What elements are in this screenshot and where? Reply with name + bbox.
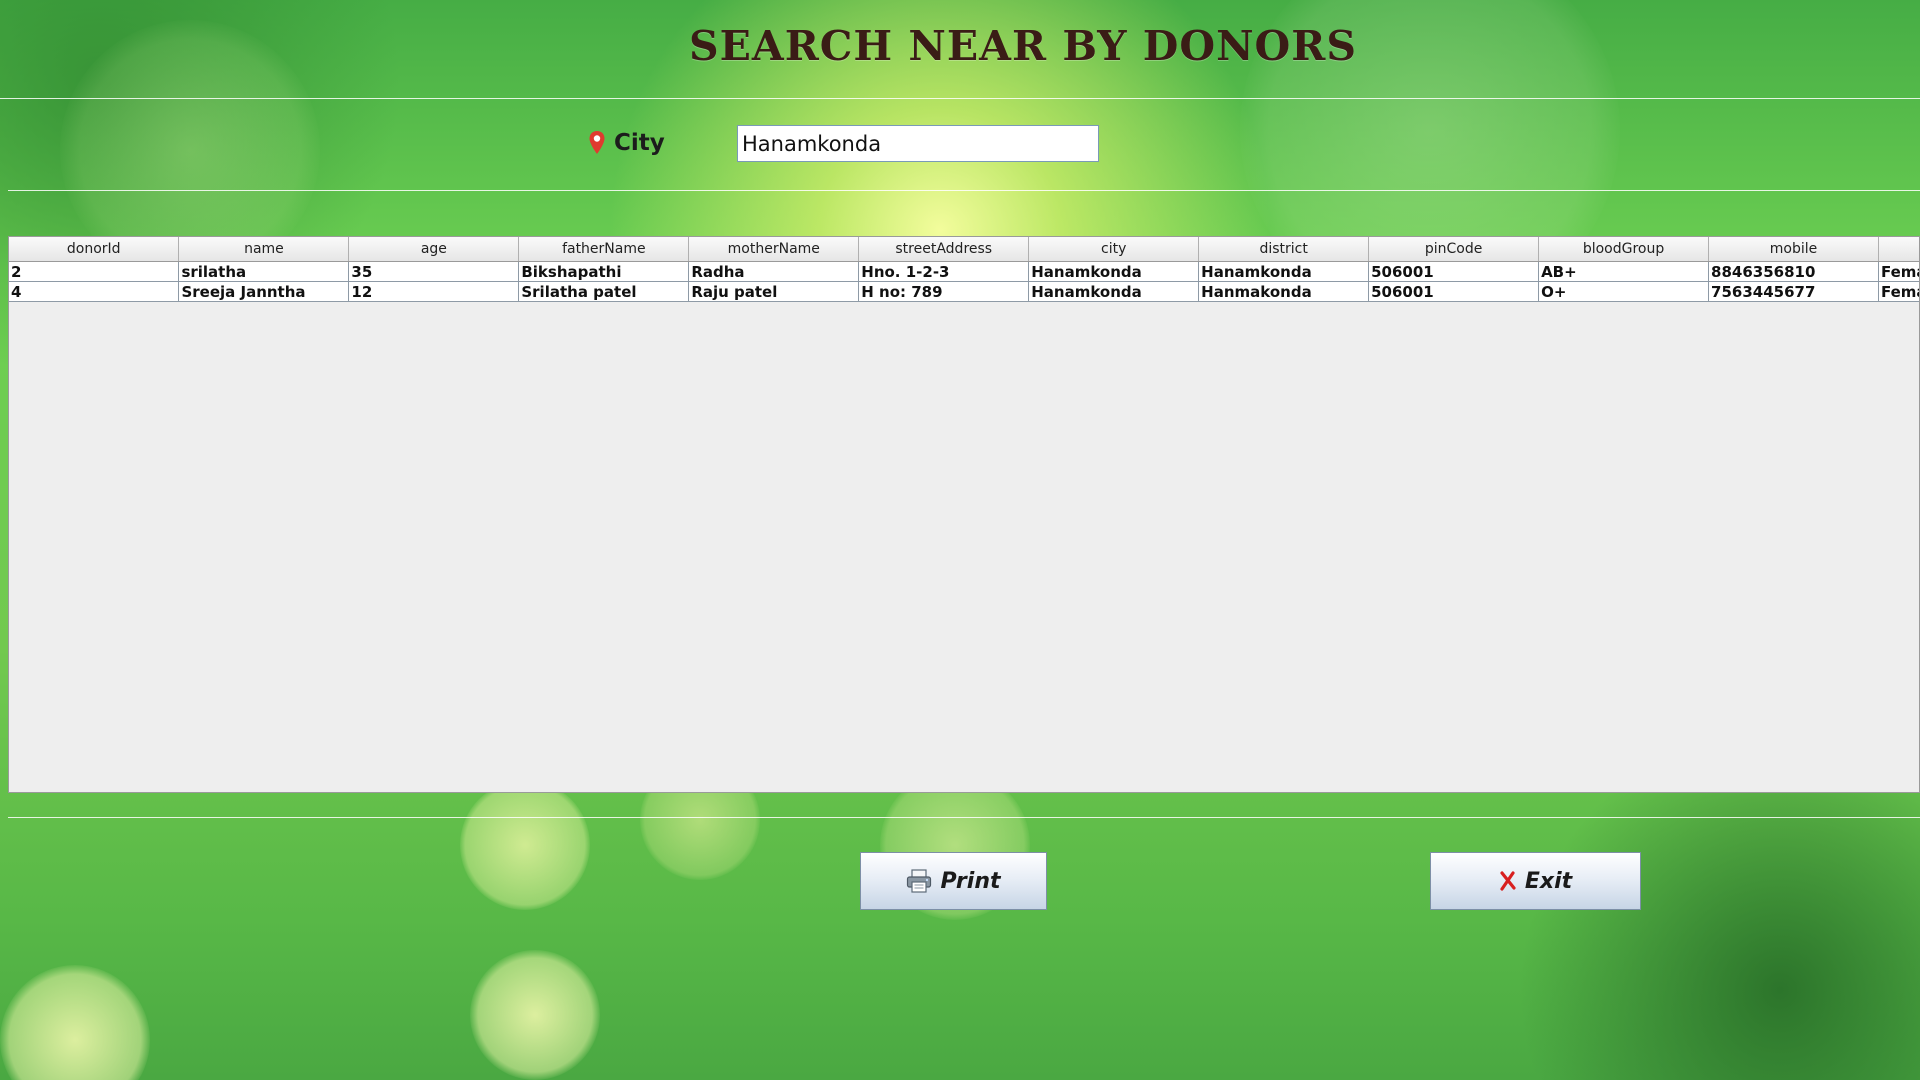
table-cell[interactable]: Radha [688, 261, 860, 282]
city-input[interactable] [737, 125, 1099, 162]
table-cell[interactable]: 8846356810 [1708, 261, 1879, 282]
bokeh-decoration [470, 950, 600, 1080]
printer-icon [906, 869, 932, 893]
table-cell[interactable]: Hanamkonda [1028, 261, 1200, 282]
column-header-gender[interactable]: gender [1878, 237, 1919, 262]
exit-button-label: Exit [1524, 868, 1573, 894]
table-cell[interactable]: Sreeja Janntha [178, 281, 350, 302]
table-cell[interactable]: AB+ [1538, 261, 1710, 282]
table-cell[interactable]: Hanamkonda [1198, 261, 1370, 282]
table-cell[interactable]: srilatha [178, 261, 350, 282]
bokeh-decoration [460, 780, 590, 910]
table-cell[interactable]: 12 [348, 281, 520, 302]
table-cell[interactable]: 506001 [1368, 261, 1540, 282]
location-pin-icon [588, 130, 606, 156]
footer-divider [8, 817, 1920, 818]
app-window: SEARCH NEAR BY DONORS City donorId name … [0, 0, 1920, 1080]
column-header-city[interactable]: city [1028, 237, 1200, 262]
table-cell[interactable]: O+ [1538, 281, 1710, 302]
column-header-donorid[interactable]: donorId [9, 237, 180, 262]
table-cell[interactable]: 2 [9, 261, 180, 282]
city-label-group: City [588, 130, 665, 156]
table-cell[interactable]: Hno. 1-2-3 [858, 261, 1030, 282]
column-header-streetaddress[interactable]: streetAddress [858, 237, 1030, 262]
column-header-mothername[interactable]: motherName [688, 237, 860, 262]
table-cell[interactable]: 506001 [1368, 281, 1540, 302]
table-cell[interactable]: 4 [9, 281, 180, 302]
column-header-pincode[interactable]: pinCode [1368, 237, 1540, 262]
search-divider [8, 190, 1920, 191]
column-header-bloodgroup[interactable]: bloodGroup [1538, 237, 1710, 262]
table-row[interactable]: 2 srilatha 35 Bikshapathi Radha Hno. 1-2… [9, 261, 1919, 282]
column-header-name[interactable]: name [178, 237, 350, 262]
bokeh-decoration [0, 965, 150, 1080]
table-header-row: donorId name age fatherName motherName s… [9, 237, 1919, 262]
print-button[interactable]: Print [860, 852, 1047, 910]
column-header-fathername[interactable]: fatherName [518, 237, 690, 262]
table-cell[interactable]: 7563445677 [1708, 281, 1879, 302]
city-label: City [614, 130, 665, 156]
print-button-label: Print [940, 868, 1001, 894]
column-header-mobile[interactable]: mobile [1708, 237, 1879, 262]
table-cell[interactable]: Srilatha patel [518, 281, 690, 302]
table-cell[interactable]: Female [1878, 261, 1919, 282]
table-row[interactable]: 4 Sreeja Janntha 12 Srilatha patel Raju … [9, 281, 1919, 302]
table-cell[interactable]: Hanmakonda [1198, 281, 1370, 302]
page-title: SEARCH NEAR BY DONORS [689, 22, 1357, 70]
table-cell[interactable]: Female [1878, 281, 1919, 302]
header-divider [0, 98, 1920, 99]
table-cell[interactable]: H no: 789 [858, 281, 1030, 302]
table-cell[interactable]: Hanamkonda [1028, 281, 1200, 302]
table-cell[interactable]: 35 [348, 261, 520, 282]
exit-button[interactable]: Exit [1430, 852, 1641, 910]
red-x-icon [1499, 871, 1517, 891]
table-cell[interactable]: Raju patel [688, 281, 860, 302]
donor-table-panel[interactable]: donorId name age fatherName motherName s… [8, 236, 1920, 793]
column-header-age[interactable]: age [348, 237, 520, 262]
donor-table[interactable]: donorId name age fatherName motherName s… [9, 237, 1919, 302]
column-header-district[interactable]: district [1198, 237, 1370, 262]
table-cell[interactable]: Bikshapathi [518, 261, 690, 282]
